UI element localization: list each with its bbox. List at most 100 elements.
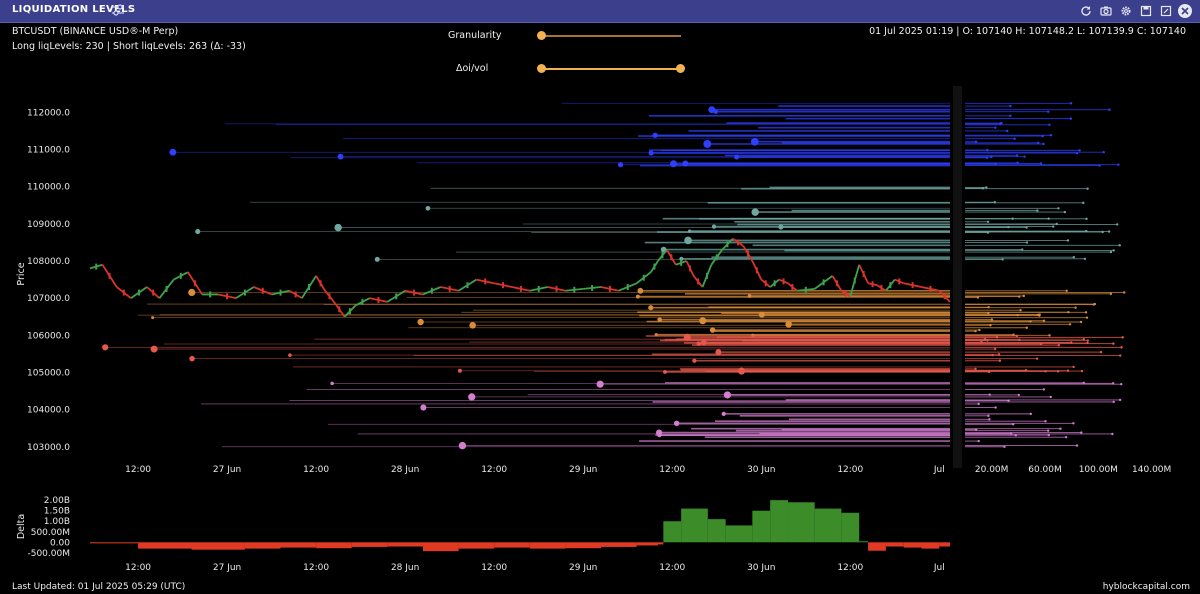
histogram-point [1049,134,1053,137]
histogram-point [1085,316,1089,319]
histogram-tick-label: 140.00M [1132,465,1171,475]
liq-level-point [648,305,654,311]
liq-level-point [150,345,158,353]
liq-level-point [699,317,707,325]
delta-bar [859,541,869,543]
delta-bar [387,542,423,547]
liq-level-point [692,358,697,363]
delta-bar [752,510,771,543]
liq-level-point [337,153,344,160]
liquidation-chart: 112000.0 111000.0 110000.0 109000.0 108000.0… [16,86,1171,573]
liq-level-point [711,224,717,229]
liq-level-point [458,441,467,450]
delta-bar [422,542,459,552]
histogram-point [1109,250,1113,254]
liq-level-point [747,294,752,298]
liq-level-point [596,380,604,388]
histogram-point [994,406,997,409]
liq-level-point [682,160,689,167]
y-tick-label: 107000.0 [27,294,70,304]
histogram-point [993,347,997,351]
delta-bar [90,542,139,544]
histogram-point [1083,257,1087,261]
histogram-point [1078,149,1081,152]
liq-level-point [102,344,109,351]
y-tick-label: 103000.0 [27,443,70,453]
histogram-point [974,428,978,431]
delta-bar [663,521,682,543]
delta-bar [707,519,726,543]
liq-level-point [468,393,476,401]
histogram-point [1102,151,1105,154]
histogram-point [1013,137,1016,140]
y-tick-label: 104000.0 [27,406,70,416]
liq-level-point [151,316,155,320]
histogram-point [1037,141,1040,145]
histogram-point [994,126,997,129]
delta-x-tick-label: 12:00 [837,563,863,573]
histogram-point [1075,444,1079,447]
liq-level-point [709,327,716,333]
delta-bar [316,542,352,549]
delta-x-tick-label: 28 Jun [391,563,419,573]
histogram-point [1123,291,1126,294]
histogram-point [997,353,1001,356]
histogram-point [1049,395,1052,399]
histogram-point [1070,341,1073,344]
histogram-point [1084,311,1088,314]
histogram-point [1066,369,1070,372]
histogram-point [1048,123,1051,126]
histogram-point [1056,370,1060,373]
x-tick-label: 12:00 [125,465,151,475]
liq-level-point [670,160,678,168]
liq-level-point [723,391,732,399]
histogram-point [1098,164,1101,167]
delta-bar [529,542,566,549]
delta-bar [681,508,708,543]
histogram-point [1038,314,1041,317]
histogram-point [1085,217,1088,221]
delta-x-tick-label: Jul [933,563,945,573]
histogram-point [1046,429,1050,432]
histogram-point [1099,350,1103,354]
histogram-point [1069,117,1073,120]
histogram-point [1119,354,1122,357]
liq-level-point [700,339,707,346]
delta-bar [601,542,637,547]
histogram-point [1082,337,1086,341]
y-tick-label: 108000.0 [27,257,70,267]
liq-level-point [637,287,644,294]
histogram-point [1015,334,1019,338]
histogram-point [991,353,994,357]
histogram-point [993,201,996,204]
histogram-point [1109,292,1113,296]
histogram-point [987,414,990,418]
liq-level-point [417,318,424,326]
delta-bar [636,542,658,546]
y-tick-label: 110000.0 [27,183,70,193]
y-tick-label: 105000.0 [27,369,70,379]
delta-x-tick-label: 12:00 [659,563,685,573]
histogram-point [1072,255,1076,259]
y-tick-label: 111000.0 [27,145,70,155]
histogram-point [1006,129,1009,133]
histogram-tick-label: 20.00M [975,465,1009,475]
histogram-point [1118,398,1122,402]
delta-bar [725,525,753,543]
y-tick-label: 112000.0 [27,108,70,118]
histogram-point [1057,207,1060,210]
delta-bar [903,542,922,548]
delta-y-tick-label: -500.00M [27,549,70,559]
liq-level-point [288,353,292,357]
histogram-point [1063,210,1067,214]
x-tick-label: Jul [933,465,945,475]
histogram-point [1041,134,1044,138]
histogram-point [1112,400,1115,404]
histogram-point [999,122,1002,126]
delta-bar [244,542,281,549]
delta-bar [787,502,815,543]
histogram-point [1039,162,1043,165]
histogram-point [1042,319,1046,322]
delta-bar [921,542,940,549]
x-tick-label: 12:00 [303,465,329,475]
